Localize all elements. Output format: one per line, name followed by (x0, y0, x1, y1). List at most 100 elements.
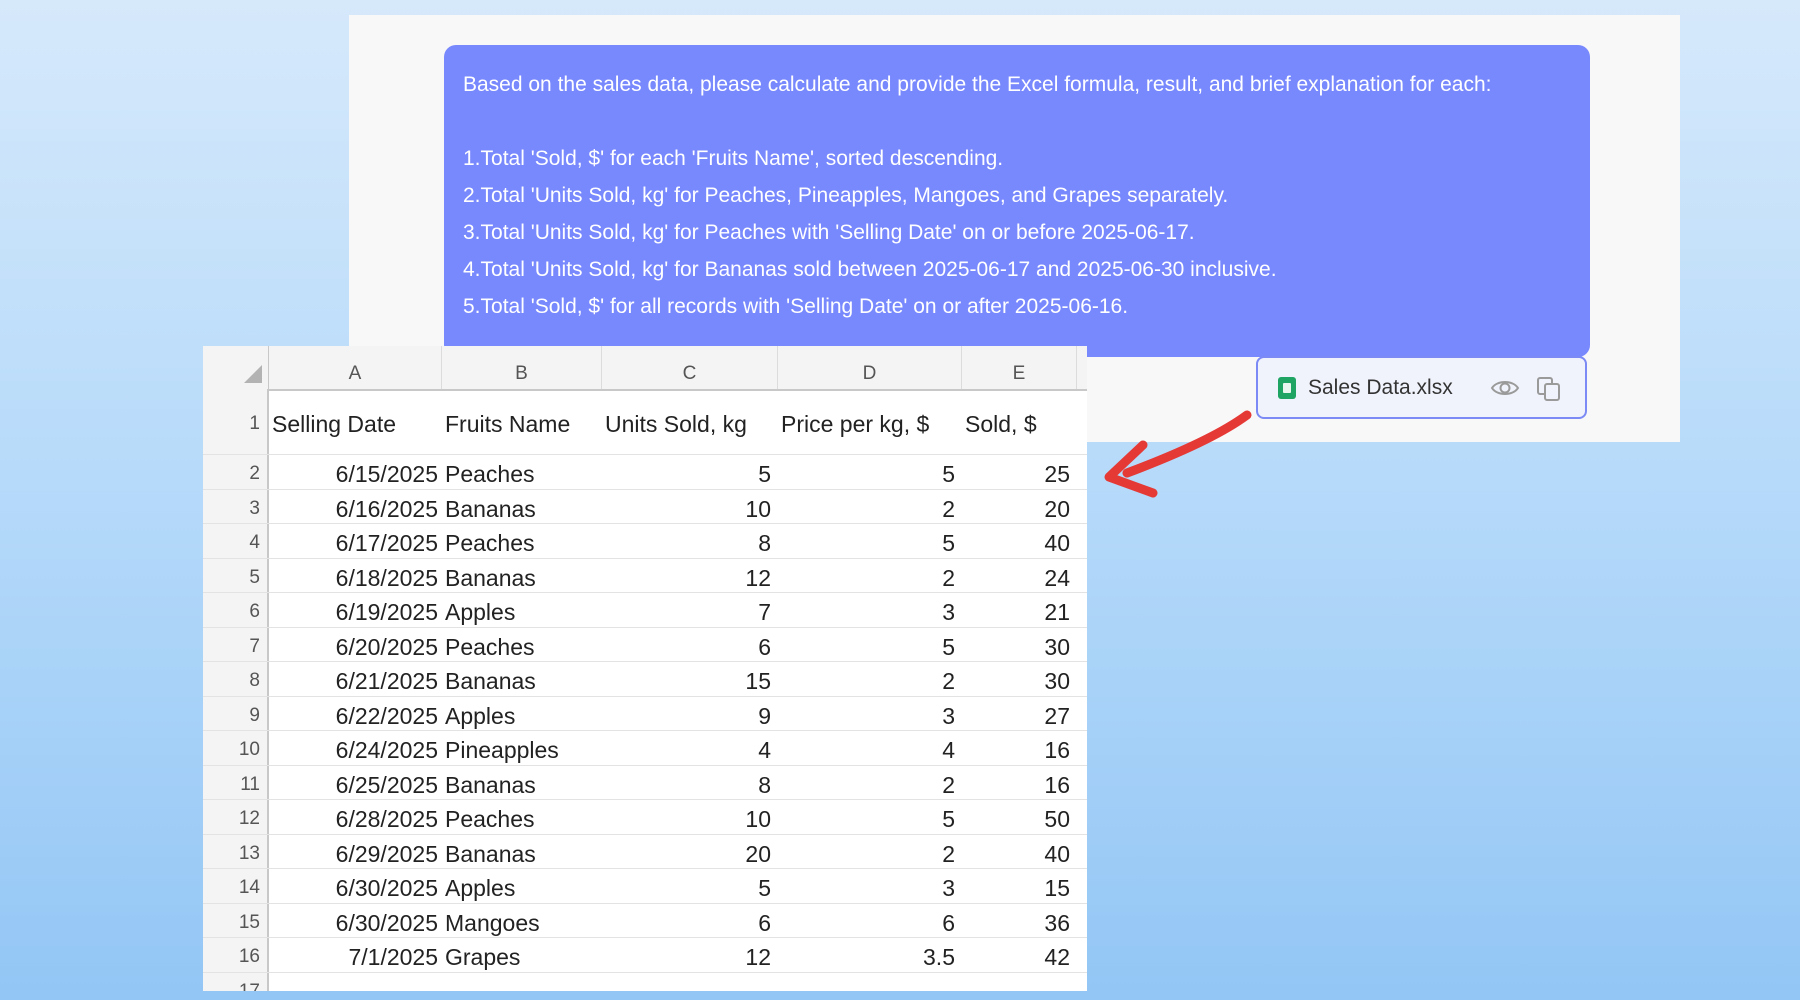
table-cell[interactable]: 6/30/2025 (269, 904, 442, 938)
table-cell[interactable]: 6/21/2025 (269, 662, 442, 696)
row-number[interactable]: 3 (203, 489, 269, 523)
table-cell[interactable]: Pineapples (445, 731, 602, 765)
row-number[interactable]: 4 (203, 524, 269, 558)
table-cell[interactable]: 20 (962, 490, 1074, 524)
row-number[interactable]: 11 (203, 765, 269, 799)
table-cell[interactable]: 6 (778, 904, 959, 938)
table-cell[interactable]: 30 (962, 662, 1074, 696)
row-number[interactable]: 7 (203, 627, 269, 661)
table-cell[interactable]: 3 (778, 593, 959, 627)
table-cell[interactable] (269, 973, 442, 992)
row-number[interactable]: 14 (203, 869, 269, 903)
table-cell[interactable]: 6/20/2025 (269, 628, 442, 662)
table-cell[interactable]: Grapes (445, 938, 602, 972)
table-cell[interactable]: 20 (602, 835, 775, 869)
table-cell[interactable]: 2 (778, 559, 959, 593)
row-number[interactable]: 8 (203, 662, 269, 696)
row-number[interactable]: 16 (203, 938, 269, 972)
table-cell[interactable]: 12 (602, 559, 775, 593)
table-cell[interactable] (445, 973, 602, 992)
table-cell[interactable]: Apples (445, 593, 602, 627)
table-cell[interactable]: 4 (602, 731, 775, 765)
column-header-a[interactable]: A (269, 346, 442, 389)
table-cell[interactable]: 42 (962, 938, 1074, 972)
attachment-chip[interactable]: Sales Data.xlsx (1256, 356, 1587, 419)
table-cell[interactable]: 8 (602, 524, 775, 558)
row-number[interactable]: 6 (203, 593, 269, 627)
column-header-e[interactable]: E (962, 346, 1077, 389)
table-cell[interactable]: 9 (602, 697, 775, 731)
table-cell[interactable]: 16 (962, 731, 1074, 765)
table-cell[interactable]: 6/29/2025 (269, 835, 442, 869)
row-number[interactable]: 17 (203, 972, 269, 991)
table-cell[interactable]: 5 (602, 455, 775, 489)
table-cell[interactable]: Bananas (445, 662, 602, 696)
table-cell[interactable]: 6 (602, 628, 775, 662)
header-cell[interactable]: Units Sold, kg (605, 389, 778, 454)
table-cell[interactable]: Apples (445, 697, 602, 731)
table-cell[interactable]: 12 (602, 938, 775, 972)
row-number[interactable]: 12 (203, 800, 269, 834)
table-cell[interactable]: 25 (962, 455, 1074, 489)
table-cell[interactable]: 6/22/2025 (269, 697, 442, 731)
table-cell[interactable]: 6/16/2025 (269, 490, 442, 524)
table-cell[interactable]: 10 (602, 800, 775, 834)
header-cell[interactable]: Selling Date (272, 389, 442, 454)
table-cell[interactable]: 2 (778, 766, 959, 800)
table-cell[interactable] (602, 973, 775, 992)
row-number[interactable]: 9 (203, 696, 269, 730)
table-cell[interactable]: 6/28/2025 (269, 800, 442, 834)
table-cell[interactable]: Peaches (445, 524, 602, 558)
table-cell[interactable]: 3.5 (778, 938, 959, 972)
table-cell[interactable]: 5 (778, 800, 959, 834)
table-cell[interactable]: 50 (962, 800, 1074, 834)
copy-icon[interactable] (1535, 375, 1563, 403)
table-cell[interactable]: 2 (778, 490, 959, 524)
select-all-corner[interactable] (203, 346, 269, 389)
table-cell[interactable]: 6 (602, 904, 775, 938)
table-cell[interactable]: 27 (962, 697, 1074, 731)
table-cell[interactable]: 3 (778, 869, 959, 903)
table-cell[interactable]: 30 (962, 628, 1074, 662)
table-cell[interactable]: 24 (962, 559, 1074, 593)
table-cell[interactable]: 6/15/2025 (269, 455, 442, 489)
table-cell[interactable]: 7/1/2025 (269, 938, 442, 972)
table-cell[interactable]: 21 (962, 593, 1074, 627)
table-cell[interactable]: Peaches (445, 455, 602, 489)
table-cell[interactable]: 5 (778, 524, 959, 558)
row-number[interactable]: 1 (203, 389, 269, 454)
table-cell[interactable]: Peaches (445, 628, 602, 662)
column-header-c[interactable]: C (602, 346, 778, 389)
table-cell[interactable]: Bananas (445, 835, 602, 869)
table-cell[interactable]: 6/18/2025 (269, 559, 442, 593)
table-cell[interactable]: 6/30/2025 (269, 869, 442, 903)
table-cell[interactable]: 6/19/2025 (269, 593, 442, 627)
table-cell[interactable]: 3 (778, 697, 959, 731)
table-cell[interactable]: 2 (778, 835, 959, 869)
header-cell[interactable]: Sold, $ (965, 389, 1077, 454)
table-cell[interactable]: 8 (602, 766, 775, 800)
row-number[interactable]: 10 (203, 731, 269, 765)
table-cell[interactable]: 2 (778, 662, 959, 696)
header-cell[interactable]: Price per kg, $ (781, 389, 962, 454)
table-cell[interactable]: 6/25/2025 (269, 766, 442, 800)
table-cell[interactable]: 16 (962, 766, 1074, 800)
table-cell[interactable]: Peaches (445, 800, 602, 834)
table-cell[interactable]: 6/24/2025 (269, 731, 442, 765)
header-cell[interactable]: Fruits Name (445, 389, 602, 454)
table-cell[interactable]: 40 (962, 524, 1074, 558)
table-cell[interactable]: Mangoes (445, 904, 602, 938)
table-cell[interactable]: 5 (778, 628, 959, 662)
table-cell[interactable]: 5 (602, 869, 775, 903)
row-number[interactable]: 5 (203, 558, 269, 592)
row-number[interactable]: 15 (203, 903, 269, 937)
table-cell[interactable]: Bananas (445, 559, 602, 593)
row-number[interactable]: 13 (203, 834, 269, 868)
column-header-b[interactable]: B (442, 346, 602, 389)
table-cell[interactable]: Bananas (445, 766, 602, 800)
table-cell[interactable] (962, 973, 1074, 992)
table-cell[interactable]: Bananas (445, 490, 602, 524)
table-cell[interactable]: 6/17/2025 (269, 524, 442, 558)
eye-icon[interactable] (1490, 378, 1520, 398)
table-cell[interactable]: 10 (602, 490, 775, 524)
